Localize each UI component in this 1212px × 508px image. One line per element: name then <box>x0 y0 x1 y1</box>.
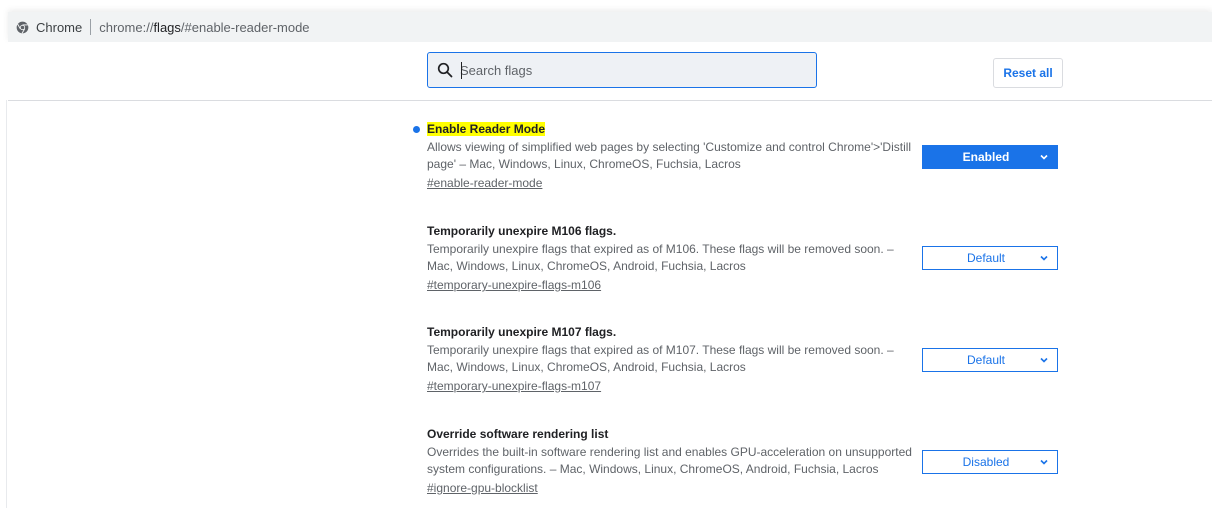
select-value: Disabled <box>962 455 1010 469</box>
flag-title: Enable Reader Mode <box>427 121 1067 137</box>
flag-entry-unexpire-m106: Temporarily unexpire M106 flags. Tempora… <box>427 223 1067 294</box>
search-box[interactable] <box>427 52 817 88</box>
chrome-logo-icon <box>16 21 29 34</box>
flag-title: Temporarily unexpire M106 flags. <box>427 224 617 238</box>
url-path: /#enable-reader-mode <box>180 19 310 35</box>
flag-entry-enable-reader-mode: Enable Reader Mode Allows viewing of sim… <box>413 121 1067 192</box>
search-icon <box>437 62 453 78</box>
flag-description: Overrides the built-in software renderin… <box>427 445 912 476</box>
flag-state-select[interactable]: Enabled <box>922 145 1058 169</box>
flag-description: Temporarily unexpire flags that expired … <box>427 343 894 374</box>
flag-anchor-link[interactable]: #temporary-unexpire-flags-m107 <box>427 378 601 395</box>
flag-anchor-link[interactable]: #ignore-gpu-blocklist <box>427 480 538 497</box>
left-divider <box>6 100 7 508</box>
chevron-down-icon <box>1040 459 1048 465</box>
flag-state-select[interactable]: Default <box>922 246 1058 270</box>
url-text[interactable]: chrome://flags/#enable-reader-mode <box>99 20 309 35</box>
omnibox-divider <box>90 19 92 35</box>
flag-entry-ignore-gpu-blocklist: Override software rendering list Overrid… <box>427 426 1067 497</box>
flag-state-select[interactable]: Default <box>922 348 1058 372</box>
flags-header: Reset all <box>8 42 1212 101</box>
search-input[interactable] <box>460 62 800 78</box>
chevron-down-icon <box>1040 154 1048 160</box>
text-caret <box>461 62 462 79</box>
chevron-down-icon <box>1040 357 1048 363</box>
flag-state-select[interactable]: Disabled <box>922 450 1058 474</box>
flag-entry-unexpire-m107: Temporarily unexpire M107 flags. Tempora… <box>427 324 1067 395</box>
modified-indicator-dot <box>413 126 420 133</box>
url-host: flags <box>153 19 181 35</box>
flag-description: Temporarily unexpire flags that expired … <box>427 242 894 273</box>
flag-anchor-link[interactable]: #enable-reader-mode <box>427 175 542 192</box>
chevron-down-icon <box>1040 255 1048 261</box>
address-bar[interactable]: Chrome chrome://flags/#enable-reader-mod… <box>8 12 1212 42</box>
site-chip: Chrome <box>36 19 83 35</box>
flag-description: Allows viewing of simplified web pages b… <box>427 140 912 171</box>
select-value: Default <box>966 251 1006 265</box>
select-value: Enabled <box>962 150 1010 164</box>
chrome-flags-page: Chrome chrome://flags/#enable-reader-mod… <box>0 0 1212 508</box>
flag-anchor-link[interactable]: #temporary-unexpire-flags-m106 <box>427 277 601 294</box>
select-value: Default <box>966 353 1006 367</box>
flag-title-text: Enable Reader Mode <box>427 122 546 136</box>
flag-title: Temporarily unexpire M107 flags. <box>427 325 617 339</box>
reset-all-button[interactable]: Reset all <box>993 58 1063 88</box>
url-scheme: chrome:// <box>99 19 154 35</box>
flag-title: Override software rendering list <box>427 427 609 441</box>
